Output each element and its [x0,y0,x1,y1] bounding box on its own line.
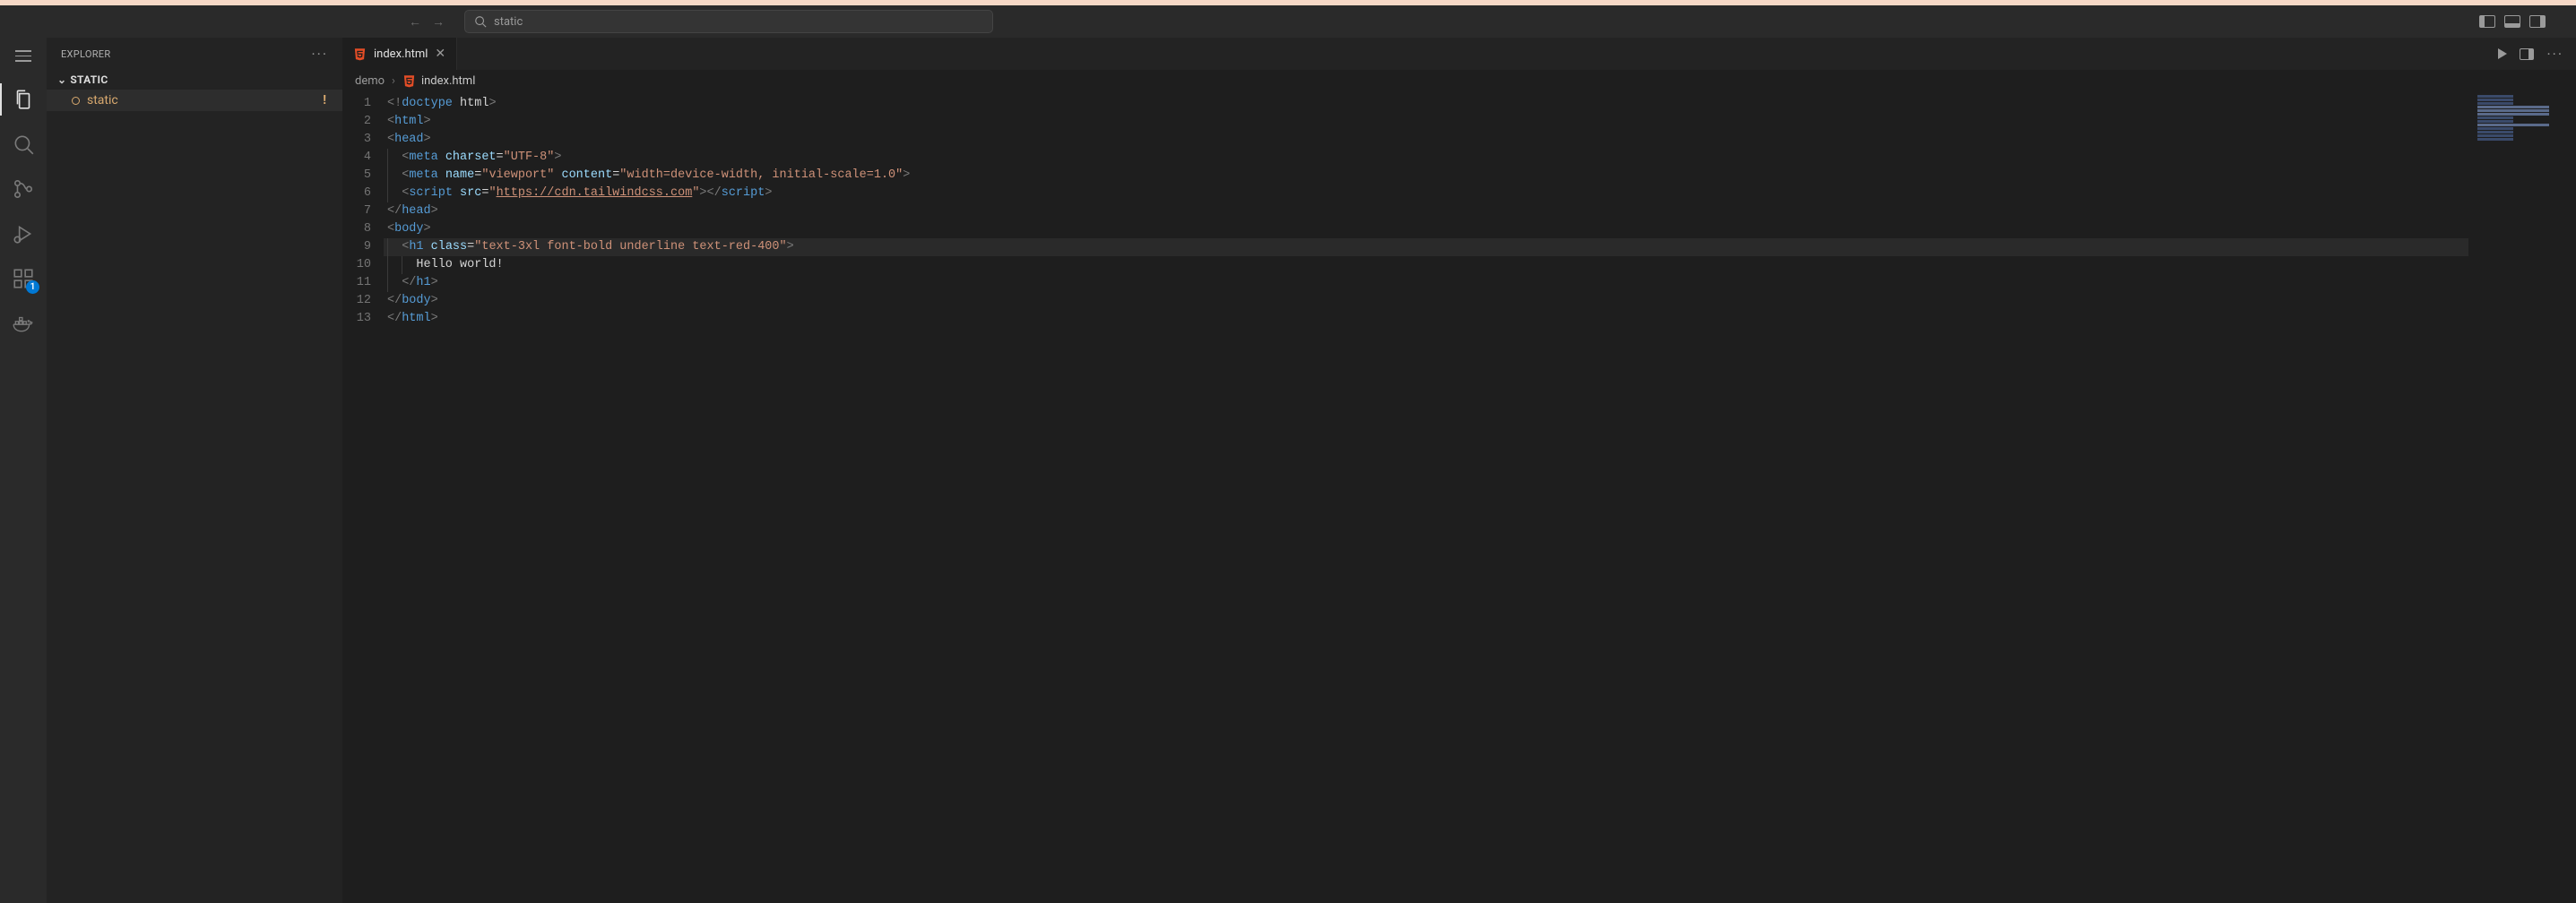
layout-toggle-secondary-icon[interactable] [2529,15,2546,28]
code-line: </h1> [384,274,2468,292]
explorer-activity-icon[interactable] [11,87,36,112]
folder-title[interactable]: ⌄ STATIC [47,70,342,90]
html5-icon [353,47,367,61]
code-line: </head> [384,202,2468,220]
code-line: <head> [384,131,2468,149]
code-editor[interactable]: 123 456 789 101112 13 <!doctype html> <h… [342,91,2576,903]
gutter: 123 456 789 101112 13 [342,91,384,903]
titlebar: ← → static [0,5,2576,38]
command-center-text: static [494,15,523,29]
sidebar: EXPLORER ··· ⌄ STATIC static ! [47,38,342,903]
folder-name: STATIC [70,73,108,86]
code-line: <script src="https://cdn.tailwindcss.com… [384,185,2468,202]
code-line: <html> [384,113,2468,131]
tree-item-label: static [87,93,118,108]
docker-activity-icon[interactable] [11,311,36,336]
code-line: Hello world! [384,256,2468,274]
breadcrumb-folder[interactable]: demo [355,74,385,88]
extensions-activity-icon[interactable]: 1 [11,266,36,291]
run-debug-activity-icon[interactable] [11,221,36,246]
menu-hamburger-icon[interactable] [15,50,31,62]
search-activity-icon[interactable] [11,132,36,157]
code-content[interactable]: <!doctype html> <html> <head> <meta char… [384,91,2468,903]
extensions-badge: 1 [26,280,39,294]
minimap-content [2477,95,2567,142]
breadcrumbs[interactable]: demo › index.html [342,70,2576,91]
activity-bar: 1 [0,38,47,903]
tree-item-static[interactable]: static ! [47,90,342,111]
close-icon[interactable]: ✕ [435,47,445,61]
code-line: <!doctype html> [384,95,2468,113]
code-line: <meta name="viewport" content="width=dev… [384,167,2468,185]
code-line: <meta charset="UTF-8"> [384,149,2468,167]
nav-arrows: ← → [409,14,445,30]
unsaved-dot-icon [72,97,80,105]
tab-index-html[interactable]: index.html ✕ [342,38,457,70]
sidebar-header: EXPLORER ··· [47,38,342,70]
code-line: </html> [384,310,2468,328]
sidebar-more-icon[interactable]: ··· [311,46,328,63]
tabs-row: index.html ✕ ··· [342,38,2576,70]
breadcrumb-file[interactable]: index.html [421,74,475,88]
html5-icon [402,74,416,88]
minimap[interactable] [2468,91,2576,903]
warning-icon: ! [323,93,326,108]
layout-customize-icon[interactable] [2554,21,2569,22]
nav-forward-icon[interactable]: → [432,14,445,30]
editor-more-icon[interactable]: ··· [2546,46,2563,63]
code-line: <h1 class="text-3xl font-bold underline … [384,238,2468,256]
chevron-down-icon: ⌄ [57,73,66,86]
layout-toggle-panel-icon[interactable] [2504,15,2520,28]
run-icon[interactable] [2498,48,2507,59]
split-editor-icon[interactable] [2520,48,2534,60]
search-icon [474,15,487,28]
command-center[interactable]: static [464,10,993,33]
sidebar-title: EXPLORER [61,48,110,60]
code-line: </body> [384,292,2468,310]
editor-area: index.html ✕ ··· demo › index.html 123 [342,38,2576,903]
tab-label: index.html [374,47,428,61]
chevron-right-icon: › [392,74,395,88]
nav-back-icon[interactable]: ← [409,14,421,30]
code-line: <body> [384,220,2468,238]
source-control-activity-icon[interactable] [11,176,36,202]
layout-toggle-primary-icon[interactable] [2479,15,2495,28]
